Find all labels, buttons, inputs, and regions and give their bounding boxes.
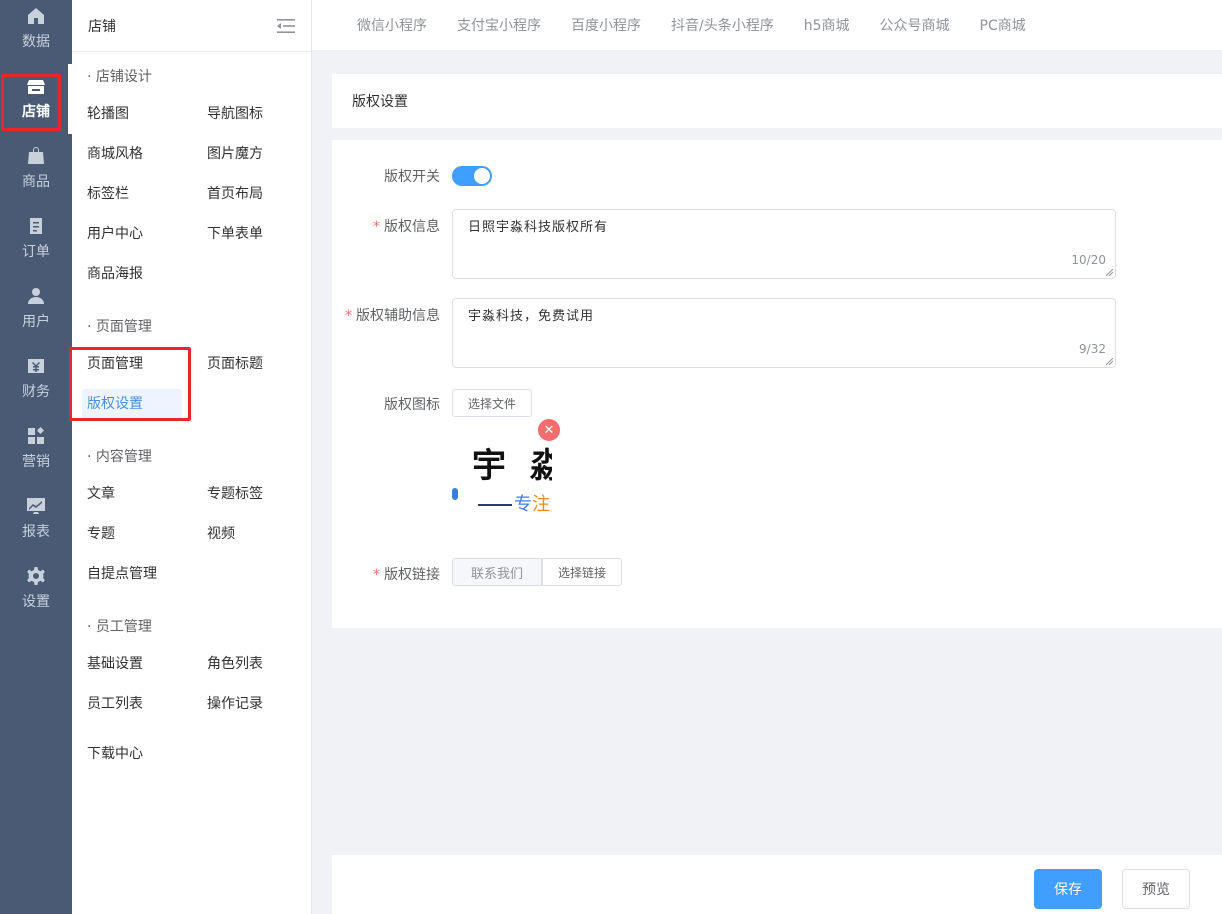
rail-item-goods[interactable]: 商品	[0, 140, 72, 210]
menu-item-operation-log[interactable]: 操作记录	[202, 689, 302, 719]
menu-item-page-manage[interactable]: 页面管理	[82, 349, 182, 379]
preview-button[interactable]: 预览	[1122, 869, 1190, 909]
menu-item-image-cube[interactable]: 图片魔方	[202, 139, 302, 169]
rail-item-finance[interactable]: 财务	[0, 350, 72, 420]
menu-item-copyright-settings[interactable]: 版权设置	[82, 389, 182, 419]
menu-item-nav-icons[interactable]: 导航图标	[202, 99, 302, 129]
icon-label: 版权图标	[384, 397, 440, 413]
tab-h5-mall[interactable]: h5商城	[804, 15, 850, 35]
choose-link-button[interactable]: 选择链接	[542, 558, 622, 586]
rail-item-data[interactable]: 数据	[0, 0, 72, 70]
menu-item-staff-list[interactable]: 员工列表	[82, 689, 182, 719]
rail-item-reports[interactable]: 报表	[0, 490, 72, 560]
menu-item-pickup-points[interactable]: 自提点管理	[82, 559, 182, 589]
copyright-form: 版权开关 * 版权信息 日照宇淼科技版权所有 10/20 * 版权辅助信息 宇淼科技…	[332, 140, 1222, 628]
tab-douyin-miniprogram[interactable]: 抖音/头条小程序	[671, 15, 774, 35]
page-title-card: 版权设置	[332, 74, 1222, 128]
menu-item-article[interactable]: 文章	[82, 479, 182, 509]
menu-item-mall-style[interactable]: 商城风格	[82, 139, 182, 169]
copyright-aux-counter: 9/32	[1079, 342, 1106, 356]
logo-blue-mark	[452, 488, 458, 500]
tab-baidu-miniprogram[interactable]: 百度小程序	[571, 15, 641, 35]
info-label: * 版权信息	[373, 219, 440, 235]
menu-item-basic-settings[interactable]: 基础设置	[82, 649, 182, 679]
group-title-staff-manage: · 员工管理	[87, 619, 152, 635]
menu-item-user-center[interactable]: 用户中心	[82, 219, 182, 249]
rail-label: 报表	[22, 524, 50, 540]
copyright-aux-value: 宇淼科技，免费试用	[468, 309, 595, 324]
choose-file-button[interactable]: 选择文件	[452, 389, 532, 417]
rail-label: 财务	[22, 384, 50, 400]
platform-tabs: 微信小程序 支付宝小程序 百度小程序 抖音/头条小程序 h5商城 公众号商城 P…	[312, 0, 1222, 50]
menu-item-topic[interactable]: 专题	[82, 519, 182, 549]
group-title-content-manage: · 内容管理	[87, 449, 152, 465]
rail-label: 订单	[22, 244, 50, 260]
copyright-logo-image: 宇 淼 专注	[452, 430, 552, 518]
rail-label: 商品	[22, 174, 50, 190]
store-icon	[27, 80, 45, 94]
menu-item-home-layout[interactable]: 首页布局	[202, 179, 302, 209]
menu-item-tabbar[interactable]: 标签栏	[82, 179, 182, 209]
page-title: 版权设置	[352, 94, 408, 110]
copyright-info-value: 日照宇淼科技版权所有	[468, 220, 609, 235]
logo-sub-text: 专注	[478, 490, 550, 516]
rail-item-settings[interactable]: 设置	[0, 560, 72, 630]
save-button[interactable]: 保存	[1034, 869, 1102, 909]
copyright-switch[interactable]	[452, 166, 492, 186]
menu-item-page-title[interactable]: 页面标题	[202, 349, 302, 379]
rail-item-marketing[interactable]: 营销	[0, 420, 72, 490]
copyright-link-input[interactable]: 联系我们	[452, 558, 542, 586]
menu-item-topic-tags[interactable]: 专题标签	[202, 479, 302, 509]
copyright-info-counter: 10/20	[1071, 253, 1106, 267]
link-label: * 版权链接	[373, 567, 440, 583]
rail-item-store[interactable]: 店铺	[0, 70, 72, 140]
order-icon	[30, 218, 42, 234]
menu-item-goods-poster[interactable]: 商品海报	[82, 259, 182, 289]
settings-icon	[27, 567, 45, 585]
submenu-panel: 店铺 · 店铺设计 轮播图 导航图标 商城风格 图片魔方 标签栏 首页布局 用户…	[72, 0, 312, 914]
submenu-header: 店铺	[72, 0, 311, 52]
tab-pc-mall[interactable]: PC商城	[980, 15, 1026, 35]
main-rail: 数据 店铺 商品 订单 用户 财务 营销 报表 设置	[0, 0, 72, 914]
finance-icon	[28, 359, 44, 373]
remove-logo-icon[interactable]: ✕	[538, 419, 560, 441]
menu-item-video[interactable]: 视频	[202, 519, 302, 549]
copyright-aux-textarea[interactable]: 宇淼科技，免费试用 9/32	[452, 298, 1116, 368]
copyright-info-textarea[interactable]: 日照宇淼科技版权所有 10/20	[452, 209, 1116, 279]
bag-icon	[28, 147, 44, 164]
footer-bar: 保存 预览	[332, 855, 1222, 914]
report-icon	[27, 498, 45, 514]
logo-main-text: 宇 淼	[472, 446, 552, 486]
menu-item-order-form[interactable]: 下单表单	[202, 219, 302, 249]
aux-label: * 版权辅助信息	[345, 308, 440, 324]
user-icon	[28, 288, 44, 304]
menu-item-role-list[interactable]: 角色列表	[202, 649, 302, 679]
rail-label: 用户	[22, 314, 50, 330]
marketing-icon	[28, 427, 44, 444]
resize-handle-icon[interactable]	[1106, 358, 1113, 365]
fold-menu-icon[interactable]	[277, 18, 295, 34]
tab-wechat-miniprogram[interactable]: 微信小程序	[357, 15, 427, 35]
home-icon	[28, 8, 44, 24]
rail-label: 设置	[22, 594, 50, 610]
tab-official-account-mall[interactable]: 公众号商城	[880, 15, 950, 35]
rail-label: 店铺	[22, 104, 50, 120]
submenu-title: 店铺	[88, 18, 116, 35]
group-title-page-manage: · 页面管理	[87, 319, 152, 335]
rail-label: 数据	[22, 34, 50, 50]
switch-knob	[474, 168, 490, 184]
tab-alipay-miniprogram[interactable]: 支付宝小程序	[457, 15, 541, 35]
rail-item-users[interactable]: 用户	[0, 280, 72, 350]
group-title-store-design: · 店铺设计	[87, 69, 152, 85]
resize-handle-icon[interactable]	[1106, 269, 1113, 276]
rail-item-orders[interactable]: 订单	[0, 210, 72, 280]
menu-item-carousel[interactable]: 轮播图	[82, 99, 182, 129]
rail-label: 营销	[22, 454, 50, 470]
switch-label: 版权开关	[384, 169, 440, 185]
menu-item-download-center[interactable]: 下载中心	[82, 739, 182, 769]
